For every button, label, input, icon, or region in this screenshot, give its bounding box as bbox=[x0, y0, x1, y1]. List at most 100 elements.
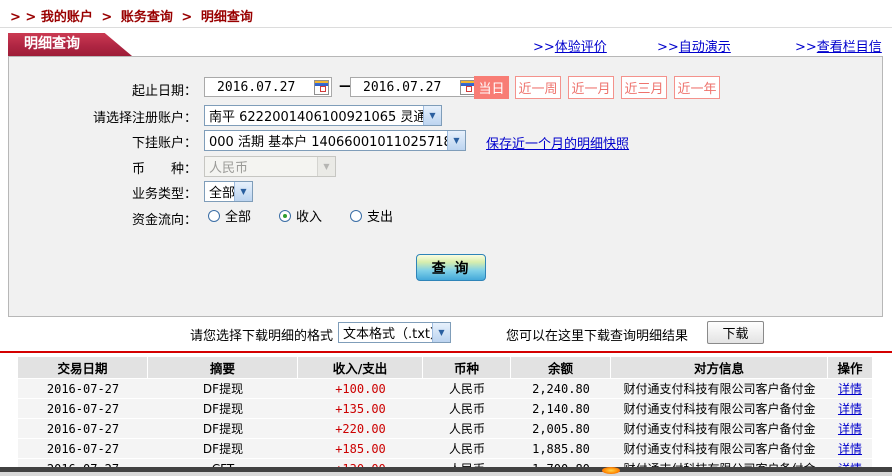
cell-currency: 人民币 bbox=[448, 422, 485, 436]
fund-flow-radio-group: 全部 收入 支出 bbox=[208, 206, 421, 225]
cell-summary: DF提现 bbox=[202, 402, 244, 416]
cell-currency: 人民币 bbox=[448, 382, 485, 396]
fund-flow-label: 资金流向： bbox=[131, 213, 197, 228]
cell-summary: DF提现 bbox=[202, 422, 244, 436]
header-currency: 币种 bbox=[423, 357, 511, 378]
chevron-down-icon: ▼ bbox=[317, 157, 335, 176]
cell-balance: 2,005.80 bbox=[532, 421, 590, 436]
cell-summary: DF提现 bbox=[202, 442, 244, 456]
breadcrumb-item-account-query[interactable]: 账务查询 bbox=[121, 10, 173, 25]
table-body: 2016-07-27 DF提现 +100.00 人民币 2,240.80 财付通… bbox=[18, 379, 872, 476]
header-summary: 摘要 bbox=[148, 357, 298, 378]
business-type-label: 业务类型： bbox=[131, 187, 197, 202]
radio-icon bbox=[279, 209, 292, 222]
cell-counterparty: 财付通支付科技有限公司客户备付金 bbox=[623, 382, 816, 396]
cell-summary: DF提现 bbox=[202, 382, 244, 396]
table-row: 2016-07-27 DF提现 +220.00 人民币 2,005.80 财付通… bbox=[18, 419, 872, 438]
cell-transaction-date: 2016-07-27 bbox=[46, 381, 120, 396]
breadcrumb: > > 我的账户 > 账务查询 > 明细查询 bbox=[10, 6, 253, 25]
range-last-month-button[interactable]: 近一月 bbox=[568, 76, 614, 99]
header-counterparty: 对方信息 bbox=[611, 357, 828, 378]
registered-account-select[interactable]: 南平 6222001406100921065 灵通卡 ▼ bbox=[204, 105, 442, 126]
cell-amount: +135.00 bbox=[335, 401, 386, 416]
cell-transaction-date: 2016-07-27 bbox=[46, 421, 120, 436]
cell-transaction-date: 2016-07-27 bbox=[46, 401, 120, 416]
calendar-icon[interactable] bbox=[460, 79, 475, 95]
cell-amount: +185.00 bbox=[335, 441, 386, 456]
red-divider bbox=[0, 351, 892, 353]
cell-amount: +100.00 bbox=[335, 381, 386, 396]
query-form-panel: 起止日期： 2016.07.27 — 2016.07.27 当日 近一周 近一月… bbox=[8, 56, 883, 317]
query-button[interactable]: 查 询 bbox=[416, 254, 486, 281]
range-last-week-button[interactable]: 近一周 bbox=[515, 76, 561, 99]
sub-account-label: 下挂账户： bbox=[131, 136, 197, 151]
chevron-down-icon: ▼ bbox=[423, 106, 441, 125]
link-auto-demo[interactable]: >>自动演示 bbox=[657, 36, 731, 55]
breadcrumb-item-my-account[interactable]: 我的账户 bbox=[41, 10, 93, 25]
range-today-button[interactable]: 当日 bbox=[474, 76, 509, 99]
date-range-label: 起止日期： bbox=[131, 84, 197, 99]
table-header-row: 交易日期 摘要 收入/支出 币种 余额 对方信息 操作 bbox=[18, 357, 872, 378]
cell-balance: 1,885.80 bbox=[532, 441, 590, 456]
orange-marker-icon bbox=[602, 467, 620, 474]
page: > > 我的账户 > 账务查询 > 明细查询 明细查询 >>体验评价 >>自动演… bbox=[0, 0, 892, 476]
breadcrumb-separator: > bbox=[181, 10, 193, 25]
link-prefix: >> bbox=[795, 40, 817, 55]
flow-radio-all[interactable]: 全部 bbox=[208, 206, 251, 225]
sub-account-select[interactable]: 000 活期 基本户 1406600101102571848 ▼ bbox=[204, 130, 466, 151]
bottom-light-strip bbox=[0, 472, 892, 476]
header-date: 交易日期 bbox=[18, 357, 148, 378]
table-row: 2016-07-27 DF提现 +100.00 人民币 2,240.80 财付通… bbox=[18, 379, 872, 398]
link-experience-rating[interactable]: >>体验评价 bbox=[533, 36, 607, 55]
cell-counterparty: 财付通支付科技有限公司客户备付金 bbox=[623, 442, 816, 456]
save-monthly-snapshot-link[interactable]: 保存近一个月的明细快照 bbox=[486, 133, 629, 152]
cell-balance: 2,140.80 bbox=[532, 401, 590, 416]
registered-account-label: 请选择注册账户： bbox=[92, 111, 197, 126]
download-result-label: 您可以在这里下载查询明细结果 bbox=[506, 329, 689, 344]
detail-link[interactable]: 详情 bbox=[838, 440, 862, 457]
cell-counterparty: 财付通支付科技有限公司客户备付金 bbox=[623, 422, 816, 436]
breadcrumb-item-detail-query[interactable]: 明细查询 bbox=[201, 10, 253, 25]
cell-currency: 人民币 bbox=[448, 442, 485, 456]
cell-counterparty: 财付通支付科技有限公司客户备付金 bbox=[623, 402, 816, 416]
detail-link[interactable]: 详情 bbox=[838, 400, 862, 417]
link-prefix: >> bbox=[533, 40, 555, 55]
detail-link[interactable]: 详情 bbox=[838, 380, 862, 397]
chevron-down-icon: ▼ bbox=[447, 131, 465, 150]
cell-amount: +220.00 bbox=[335, 421, 386, 436]
cell-transaction-date: 2016-07-27 bbox=[46, 441, 120, 456]
breadcrumb-prefix: > > bbox=[10, 10, 37, 25]
detail-link[interactable]: 详情 bbox=[838, 420, 862, 437]
currency-label: 币 种： bbox=[131, 162, 197, 177]
radio-icon bbox=[208, 209, 220, 222]
chevron-down-icon: ▼ bbox=[234, 182, 252, 201]
table-row: 2016-07-27 DF提现 +185.00 人民币 1,885.80 财付通… bbox=[18, 439, 872, 458]
table-row: 2016-07-27 DF提现 +135.00 人民币 2,140.80 财付通… bbox=[18, 399, 872, 418]
breadcrumb-separator: > bbox=[101, 10, 113, 25]
end-date-value: 2016.07.27 bbox=[363, 79, 442, 95]
tab-detail-query[interactable]: 明细查询 bbox=[8, 33, 132, 56]
download-format-select[interactable]: 文本格式（.txt） ▼ bbox=[338, 322, 451, 343]
download-format-label: 请您选择下载明细的格式 bbox=[189, 329, 333, 344]
currency-select-disabled: 人民币 ▼ bbox=[204, 156, 336, 177]
radio-icon bbox=[350, 209, 363, 222]
end-date-input[interactable]: 2016.07.27 bbox=[350, 77, 478, 97]
start-date-value: 2016.07.27 bbox=[217, 79, 296, 95]
transaction-table: 交易日期 摘要 收入/支出 币种 余额 对方信息 操作 2016-07-27 D… bbox=[18, 357, 872, 476]
chevron-down-icon: ▼ bbox=[432, 323, 450, 342]
cell-balance: 2,240.80 bbox=[532, 381, 590, 396]
header-action: 操作 bbox=[837, 361, 863, 376]
flow-radio-income[interactable]: 收入 bbox=[279, 206, 322, 225]
range-last-3-months-button[interactable]: 近三月 bbox=[621, 76, 667, 99]
range-last-year-button[interactable]: 近一年 bbox=[674, 76, 720, 99]
cell-currency: 人民币 bbox=[448, 402, 485, 416]
download-button[interactable]: 下载 bbox=[707, 321, 764, 344]
divider bbox=[0, 27, 892, 28]
calendar-icon[interactable] bbox=[314, 79, 329, 95]
start-date-input[interactable]: 2016.07.27 bbox=[204, 77, 332, 97]
link-prefix: >> bbox=[657, 40, 679, 55]
header-balance: 余额 bbox=[511, 357, 611, 378]
header-amount: 收入/支出 bbox=[298, 357, 423, 378]
flow-radio-expense[interactable]: 支出 bbox=[350, 206, 393, 225]
business-type-select[interactable]: 全部 ▼ bbox=[204, 181, 253, 202]
